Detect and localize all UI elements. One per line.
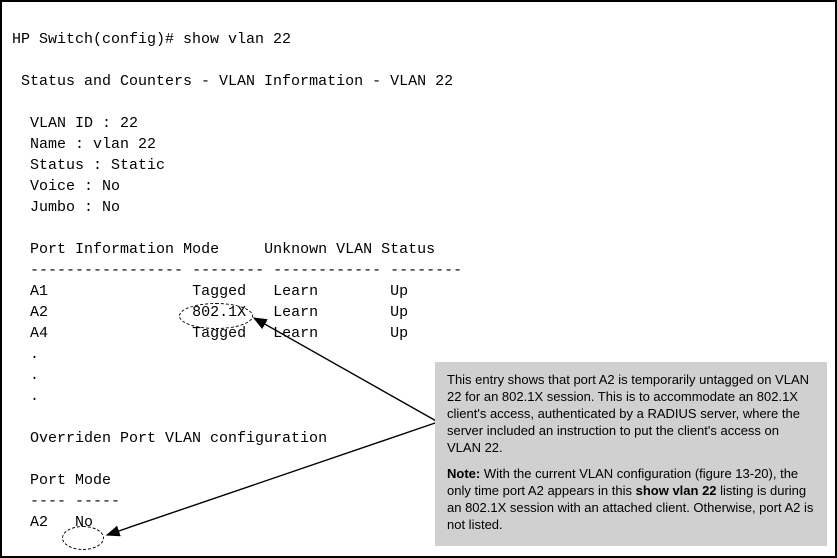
section-title: Status and Counters - VLAN Information -… [21, 73, 453, 90]
col-unknown-header: Unknown VLAN [264, 241, 372, 258]
override-row-mode: No [75, 514, 93, 531]
name-label: Name : [30, 136, 93, 153]
row0-port: A1 [30, 283, 48, 300]
ellipsis-row: . [30, 367, 39, 384]
col-status-header: Status [381, 241, 435, 258]
row1-port: A2 [30, 304, 48, 321]
cli-prompt-line: HP Switch(config)# show vlan 22 [12, 31, 291, 48]
callout-bold-cmd: show vlan 22 [636, 483, 717, 498]
row2-unknown: Learn [273, 325, 318, 342]
col-port-header: Port Information [30, 241, 174, 258]
ellipsis-row: . [30, 346, 39, 363]
col-mode-header: Mode [183, 241, 219, 258]
divider-c3: ------------ [273, 262, 381, 279]
cli-screenshot-frame: HP Switch(config)# show vlan 22 Status a… [0, 0, 837, 558]
jumbo-label: Jumbo : [30, 199, 102, 216]
override-port-header: Port [30, 472, 66, 489]
row0-unknown: Learn [273, 283, 318, 300]
callout-para-2: Note: With the current VLAN configuratio… [447, 466, 815, 534]
voice-value: No [102, 178, 120, 195]
vlan-id-label: VLAN ID : [30, 115, 120, 132]
override-mode-header: Mode [75, 472, 111, 489]
row1-mode: 802.1X [192, 304, 246, 321]
row2-status: Up [390, 325, 408, 342]
name-value: vlan 22 [93, 136, 156, 153]
ellipsis-row: . [30, 388, 39, 405]
override-title: Overriden Port VLAN configuration [30, 430, 327, 447]
status-value: Static [111, 157, 165, 174]
row0-status: Up [390, 283, 408, 300]
override-div-c2: ----- [75, 493, 120, 510]
jumbo-value: No [102, 199, 120, 216]
divider-c1: ----------------- [30, 262, 183, 279]
vlan-id-value: 22 [120, 115, 138, 132]
note-label: Note: [447, 466, 480, 481]
override-div-c1: ---- [30, 493, 66, 510]
row2-mode: Tagged [192, 325, 246, 342]
row1-status: Up [390, 304, 408, 321]
override-row-port: A2 [30, 514, 48, 531]
row2-port: A4 [30, 325, 48, 342]
callout-box: This entry shows that port A2 is tempora… [435, 362, 827, 546]
row1-unknown: Learn [273, 304, 318, 321]
voice-label: Voice : [30, 178, 102, 195]
callout-para-1: This entry shows that port A2 is tempora… [447, 372, 815, 456]
row0-mode: Tagged [192, 283, 246, 300]
status-label: Status : [30, 157, 111, 174]
divider-c4: -------- [390, 262, 462, 279]
divider-c2: -------- [192, 262, 264, 279]
